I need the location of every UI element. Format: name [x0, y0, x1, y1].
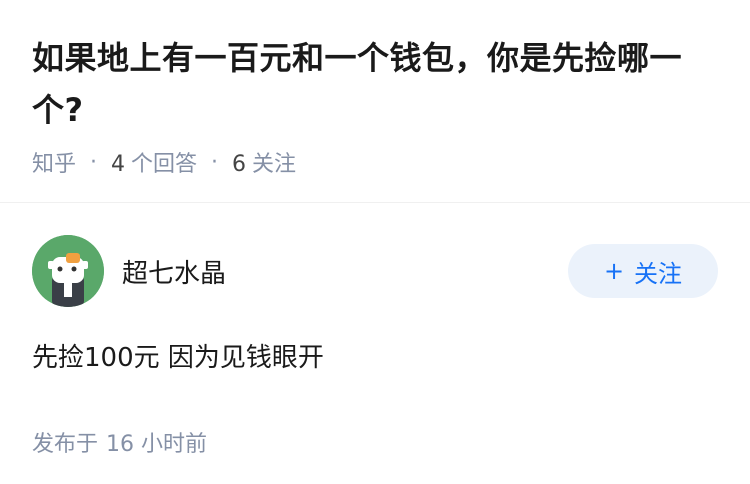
section-divider [0, 202, 750, 203]
published-time: 16 小时前 [106, 432, 208, 457]
answer-footer: 发布于 16 小时前 [32, 426, 718, 458]
avatar-illustration-icon [32, 235, 104, 307]
published-prefix: 发布于 [32, 432, 99, 457]
source-label[interactable]: 知乎 [32, 146, 76, 178]
question-title[interactable]: 如果地上有一百元和一个钱包，你是先捡哪一个? [32, 32, 718, 136]
plus-icon: + [603, 257, 625, 285]
question-header: 如果地上有一百元和一个钱包，你是先捡哪一个? 知乎 · 4 个回答 · 6 关注 [0, 0, 750, 178]
author-row: 超七水晶 + 关注 [32, 235, 718, 307]
followers-label: 关注 [252, 152, 297, 177]
follow-button-label: 关注 [634, 259, 683, 288]
avatar[interactable] [32, 235, 104, 307]
follow-button[interactable]: + 关注 [568, 244, 718, 298]
answer-card: 超七水晶 + 关注 先捡100元 因为见钱眼开 发布于 16 小时前 [0, 235, 750, 458]
separator-dot: · [211, 149, 219, 175]
answer-content[interactable]: 先捡100元 因为见钱眼开 [32, 337, 718, 374]
followers-count-link[interactable]: 6 关注 [232, 146, 296, 178]
answers-label: 个回答 [131, 152, 198, 177]
followers-count: 6 [232, 152, 247, 177]
answers-count-link[interactable]: 4 个回答 [111, 146, 197, 178]
author-name[interactable]: 超七水晶 [122, 253, 568, 290]
separator-dot: · [90, 149, 98, 175]
answers-count: 4 [111, 152, 126, 177]
question-meta: 知乎 · 4 个回答 · 6 关注 [32, 146, 718, 178]
